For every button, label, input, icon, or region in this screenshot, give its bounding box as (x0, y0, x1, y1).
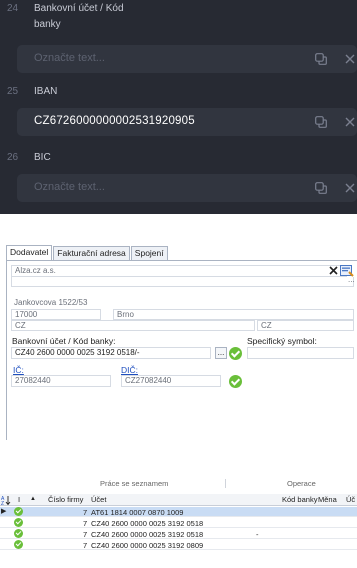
iban-field[interactable]: CZ6726000000002531920905 (17, 108, 357, 136)
specific-symbol-field[interactable] (247, 347, 354, 359)
tab-dodavatel[interactable]: Dodavatel (6, 245, 53, 260)
company-field-line2[interactable] (11, 277, 354, 287)
field-number: 26 (7, 152, 19, 163)
country-code-field[interactable]: CZ (257, 320, 354, 331)
form-tabs: Dodavatel Fakturační adresa Spojení (6, 245, 169, 260)
group-list-work: Práce se seznamem (100, 479, 169, 488)
bank-account-label: Bankovní účet / Kód banky: (12, 336, 116, 346)
dic-valid-icon (229, 375, 242, 388)
firm-number: 7 (83, 508, 88, 517)
table-row[interactable]: ▶ 7 AT61 1814 0007 0870 1009 (0, 507, 357, 517)
screen: 24 Bankovní účet / Kód banky Označte tex… (0, 0, 357, 568)
column-firm-number[interactable]: Číslo firmy (48, 495, 83, 504)
sort-icon[interactable]: AZ (1, 495, 11, 505)
clear-icon[interactable] (329, 266, 338, 275)
group-divider (225, 479, 226, 488)
copy-icon[interactable] (315, 182, 327, 194)
tab-fakturacni-adresa[interactable]: Fakturační adresa (53, 246, 130, 260)
account-number: CZ40 2600 0000 0025 3192 0518 (91, 519, 204, 528)
specific-symbol-label: Specifický symbol: (247, 336, 317, 346)
field-number: 24 (7, 3, 19, 14)
field-number: 25 (7, 86, 19, 97)
group-operations: Operace (287, 479, 316, 488)
copy-icon[interactable] (315, 53, 327, 65)
bank-account-field[interactable]: Označte text... (17, 45, 357, 73)
bank-account-more-button[interactable]: ... (215, 347, 227, 359)
city-field[interactable]: Brno (113, 309, 354, 320)
zip-field[interactable]: 17000 (11, 309, 101, 320)
column-uc[interactable]: Úč (346, 495, 355, 504)
toolbar-groups: Práce se seznamem Operace (0, 478, 357, 491)
table-row[interactable]: 7 CZ40 2600 0000 0025 3192 0809 (0, 540, 357, 550)
svg-text:Z: Z (1, 501, 4, 505)
table-row[interactable]: 7 CZ40 2600 0000 0025 3192 0518 (0, 518, 357, 528)
row-valid-icon (14, 507, 23, 516)
column-currency[interactable]: Měna (318, 495, 337, 504)
bank-account-placeholder: Označte text... (34, 52, 105, 64)
field-label-block: Bankovní účet / Kód banky (34, 0, 124, 33)
account-number: AT61 1814 0007 0870 1009 (91, 508, 184, 517)
firm-number: 7 (83, 530, 88, 539)
dic-field[interactable]: CZ27082440 (121, 375, 221, 387)
supplier-form: Dodavatel Fakturační adresa Spojení Alza… (0, 243, 357, 443)
copy-icon[interactable] (315, 116, 327, 128)
field-label: IBAN (34, 86, 58, 97)
sort-arrow-icon: ▲ (30, 496, 36, 502)
firm-number: 7 (83, 541, 88, 550)
firm-number: 7 (83, 519, 88, 528)
table-row[interactable]: 7 CZ40 2600 0000 0025 3192 0518 - (0, 529, 357, 539)
bank-account-field[interactable]: CZ40 2600 0000 0025 3192 0518/- (11, 347, 211, 359)
bic-field[interactable]: Označte text... (17, 174, 357, 202)
column-header-row: AZ I ▲ Číslo firmy Účet Kód banky Měna Ú… (0, 494, 357, 506)
tab-pane: Alza.cz a.s. ... Jankovcova 1522/53 1700… (6, 260, 357, 440)
ico-link[interactable]: IČ: (13, 365, 24, 375)
row-pointer-icon: ▶ (1, 508, 7, 515)
account-grid: Práce se seznamem Operace AZ I ▲ Číslo f… (0, 478, 357, 568)
more-dots[interactable]: ... (348, 275, 355, 284)
row-valid-icon (14, 540, 23, 549)
field-header-bank-account: 24 Bankovní účet / Kód banky (0, 0, 124, 33)
tab-spojeni[interactable]: Spojení (130, 246, 168, 260)
iban-value: CZ6726000000002531920905 (34, 115, 195, 127)
field-label: BIC (34, 152, 51, 163)
bic-placeholder: Označte text... (34, 181, 105, 193)
extraction-panel: 24 Bankovní účet / Kód banky Označte tex… (0, 0, 357, 214)
bank-code: - (256, 530, 259, 539)
close-icon[interactable] (345, 54, 355, 64)
field-label: Bankovní účet / Kód (34, 3, 124, 14)
account-number: CZ40 2600 0000 0025 3192 0809 (91, 541, 204, 550)
column-i[interactable]: I (18, 495, 20, 504)
field-label-line2: banky (34, 19, 61, 30)
account-number: CZ40 2600 0000 0025 3192 0518 (91, 530, 204, 539)
bank-account-valid-icon (229, 347, 242, 360)
street-field[interactable]: Jankovcova 1522/53 (14, 298, 87, 307)
close-icon[interactable] (345, 117, 355, 127)
ico-field[interactable]: 27082440 (11, 375, 111, 387)
field-header-bic: 26 BIC (0, 149, 51, 166)
company-field[interactable]: Alza.cz a.s. (11, 265, 347, 277)
row-valid-icon (14, 529, 23, 538)
country-field[interactable]: CZ (11, 320, 255, 331)
column-account[interactable]: Účet (91, 495, 106, 504)
close-icon[interactable] (345, 183, 355, 193)
dic-link[interactable]: DIČ: (121, 365, 138, 375)
row-valid-icon (14, 518, 23, 527)
field-header-iban: 25 IBAN (0, 83, 57, 100)
column-bank-code[interactable]: Kód banky (282, 495, 317, 504)
